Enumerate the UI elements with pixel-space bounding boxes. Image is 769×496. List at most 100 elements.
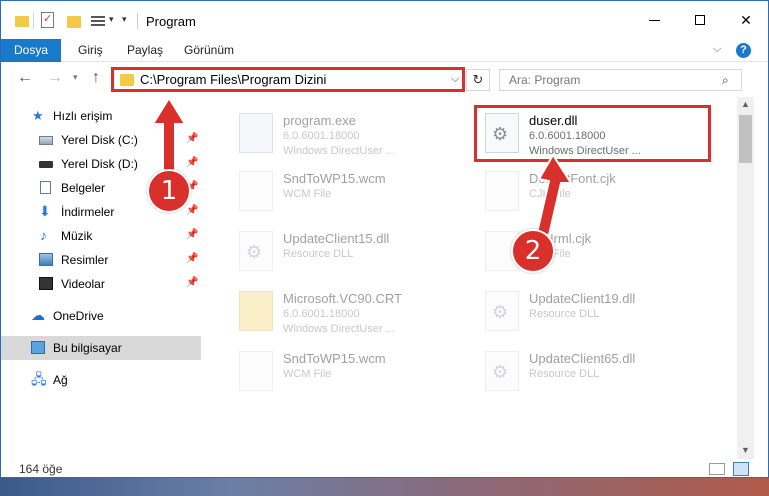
properties-icon[interactable]	[41, 12, 54, 28]
maximize-button[interactable]	[677, 1, 723, 39]
sidebar-item-label: Videolar	[61, 277, 105, 291]
file-name: Microsoft.VC90.CRT	[283, 291, 402, 306]
file-name: UpdateClient65.dll	[529, 351, 636, 366]
sidebar-item-label: İndirmeler	[61, 205, 115, 219]
file-type: Resource DLL	[529, 368, 600, 380]
sidebar-item-label: Yerel Disk (C:)	[61, 133, 138, 147]
tiles-view-icon[interactable]	[733, 462, 749, 476]
vertical-scrollbar[interactable]: ▲ ▼	[737, 97, 754, 459]
sidebar-item-label: Bu bilgisayar	[53, 341, 122, 355]
pictures-icon	[39, 253, 53, 266]
file-item[interactable]: UpdateClient19.dll Resource DLL	[461, 281, 701, 339]
file-item[interactable]: UpdateClient65.dll Resource DLL	[461, 341, 701, 399]
pin-icon[interactable]: 📌	[186, 253, 198, 264]
folder-icon	[120, 74, 134, 86]
sidebar-item-onedrive[interactable]: ☁ OneDrive	[1, 304, 201, 328]
file-description: Windows DirectUser ...	[283, 323, 395, 335]
step-badge-2: 2	[511, 229, 555, 273]
file-type: WCM File	[283, 368, 332, 380]
file-type: Resource DLL	[529, 308, 600, 320]
title-divider	[137, 13, 138, 29]
dll-file-icon	[485, 291, 519, 331]
address-path[interactable]: C:\Program Files\Program Dizini	[140, 72, 326, 87]
expand-ribbon-icon[interactable]: ⌵	[713, 43, 721, 56]
pin-icon[interactable]: 📌	[186, 157, 198, 168]
address-bar[interactable]: C:\Program Files\Program Dizini ⌵	[111, 67, 465, 92]
computer-icon	[31, 341, 45, 354]
sidebar-item-this-pc[interactable]: Bu bilgisayar	[1, 336, 201, 360]
exe-file-icon	[239, 113, 273, 153]
file-item[interactable]: SndToWP15.wcm WCM File	[215, 161, 455, 219]
sidebar-item-label: Resimler	[61, 253, 109, 267]
sidebar-item-label: OneDrive	[53, 309, 104, 323]
file-item[interactable]: AsNrml.cjk CJK File	[461, 221, 701, 279]
file-description: Windows DirectUser ...	[283, 145, 395, 157]
star-icon: ★	[32, 108, 44, 123]
download-icon: ⬇	[39, 203, 51, 219]
minimize-button[interactable]	[631, 1, 677, 39]
file-version: 6.0.6001.18000	[283, 130, 360, 142]
status-bar: 164 öğe	[1, 459, 768, 477]
sidebar-item-pictures[interactable]: Resimler 📌	[1, 248, 201, 272]
maximize-icon	[695, 15, 705, 25]
scroll-down-icon[interactable]: ▼	[741, 444, 750, 457]
search-icon[interactable]: ⌕	[722, 73, 729, 88]
drive-icon	[39, 136, 53, 145]
tab-file[interactable]: Dosya	[1, 39, 61, 62]
file-item[interactable]: UpdateClient15.dll Resource DLL	[215, 221, 455, 279]
folder-icon	[15, 16, 29, 27]
up-arrow-icon[interactable]: ↑	[92, 69, 100, 87]
scrollbar-thumb[interactable]	[739, 115, 752, 163]
drive-icon	[39, 161, 53, 168]
tab-home[interactable]: Giriş	[78, 39, 103, 62]
network-icon: 🖧	[31, 371, 47, 387]
sidebar-item-label: Hızlı erişim	[53, 109, 113, 123]
sidebar-item-videos[interactable]: Videolar 📌	[1, 272, 201, 296]
file-icon	[239, 351, 273, 391]
explorer-window: ▾ ▾ Program ✕ Dosya Giriş Paylaş Görünüm…	[0, 0, 769, 478]
close-button[interactable]: ✕	[723, 1, 768, 39]
back-arrow-icon[interactable]: ←	[17, 69, 33, 87]
pin-icon[interactable]: 📌	[186, 229, 198, 240]
tab-view[interactable]: Görünüm	[184, 39, 234, 62]
refresh-button[interactable]: ↻	[466, 69, 490, 91]
new-folder-icon[interactable]	[67, 16, 81, 28]
toolbar-divider	[33, 13, 34, 29]
customize-toolbar-icon[interactable]: ▾	[122, 14, 127, 25]
sidebar-item-label: Ağ	[53, 373, 68, 387]
file-version: 6.0.6001.18000	[283, 308, 360, 320]
sidebar-item-label: Müzik	[61, 229, 93, 243]
file-icon	[239, 171, 273, 211]
sidebar-item-network[interactable]: 🖧 Ağ	[1, 368, 201, 392]
details-view-icon[interactable]	[709, 463, 725, 475]
chevron-down-icon[interactable]: ⌵	[451, 73, 459, 86]
file-name: SndToWP15.wcm	[283, 351, 386, 366]
search-input[interactable]: Ara: Program ⌕	[499, 69, 742, 91]
ribbon: Dosya Giriş Paylaş Görünüm ⌵ ?	[1, 39, 768, 62]
dll-file-icon	[485, 351, 519, 391]
help-icon[interactable]: ?	[736, 43, 751, 58]
callout-arrow-2	[535, 153, 573, 237]
file-name: program.exe	[283, 113, 356, 128]
window-title: Program	[146, 14, 196, 29]
chevron-down-icon[interactable]: ▾	[109, 14, 114, 25]
pin-icon[interactable]: 📌	[186, 205, 198, 216]
file-item[interactable]: SndToWP15.wcm WCM File	[215, 341, 455, 399]
folder-item[interactable]: Microsoft.VC90.CRT 6.0.6001.18000 Window…	[215, 281, 455, 339]
sidebar-item-label: Yerel Disk (D:)	[61, 157, 138, 171]
sidebar-item-music[interactable]: ♪ Müzik 📌	[1, 224, 201, 248]
scroll-up-icon[interactable]: ▲	[741, 99, 750, 109]
videos-icon	[39, 277, 53, 290]
pin-icon[interactable]: 📌	[186, 133, 198, 144]
view-options-icon[interactable]	[91, 14, 105, 28]
pin-icon[interactable]: 📌	[186, 277, 198, 288]
music-icon: ♪	[40, 227, 47, 243]
file-item[interactable]: program.exe 6.0.6001.18000 Windows Direc…	[215, 103, 455, 161]
title-bar: ▾ ▾ Program ✕	[1, 1, 768, 39]
step-badge-1: 1	[147, 169, 191, 213]
recent-locations-icon[interactable]: ▾	[73, 72, 78, 83]
file-item[interactable]: DefaultFont.cjk CJK File	[461, 161, 701, 219]
tab-share[interactable]: Paylaş	[127, 39, 163, 62]
forward-arrow-icon[interactable]: →	[47, 69, 63, 87]
search-placeholder: Ara: Program	[509, 73, 581, 87]
